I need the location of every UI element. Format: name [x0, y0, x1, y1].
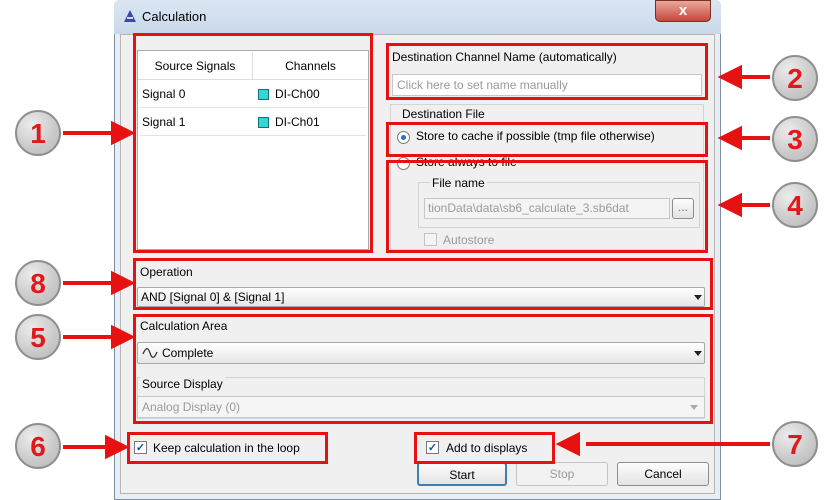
callout-number-5: 5: [15, 314, 61, 360]
callout-arrows: [63, 64, 770, 460]
arrowhead-5: [111, 324, 136, 350]
callout-number-7: 7: [772, 421, 818, 467]
callout-number-3: 3: [772, 116, 818, 162]
callout-number-4: 4: [772, 182, 818, 228]
callout-number-6: 6: [15, 423, 61, 469]
arrowhead-3: [717, 125, 742, 151]
callout-number-8: 8: [15, 260, 61, 306]
callout-number-1: 1: [15, 110, 61, 156]
arrowhead-8: [111, 270, 136, 296]
arrowhead-4: [717, 192, 742, 218]
arrowhead-2: [717, 64, 742, 90]
callout-number-2: 2: [772, 55, 818, 101]
arrowhead-6: [105, 434, 130, 460]
arrowhead-7: [555, 431, 580, 457]
arrowhead-1: [111, 120, 136, 146]
